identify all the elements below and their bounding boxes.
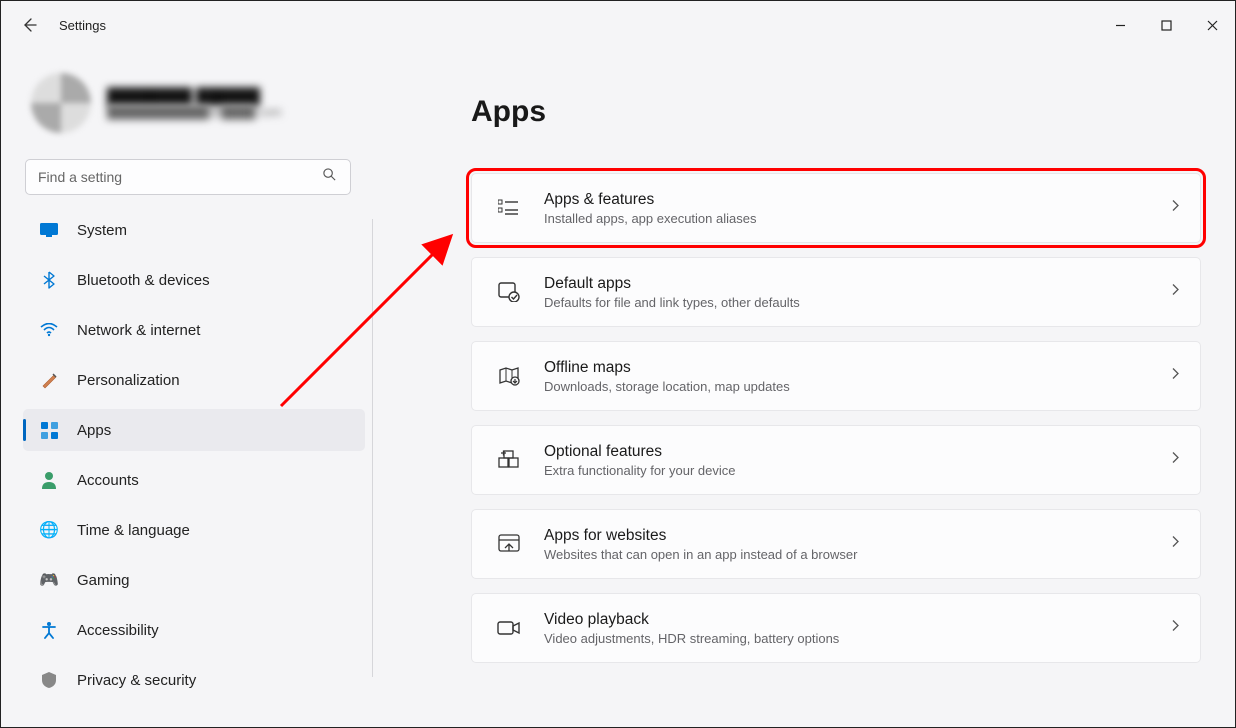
person-icon bbox=[39, 470, 59, 490]
card-desc: Installed apps, app execution aliases bbox=[544, 211, 756, 226]
sidebar-item-label: Time & language bbox=[77, 522, 190, 539]
sidebar-item-system[interactable]: System bbox=[23, 209, 365, 251]
user-name: ████████ ██████ bbox=[107, 88, 281, 105]
wifi-icon bbox=[39, 320, 59, 340]
map-icon bbox=[494, 361, 524, 391]
card-desc: Extra functionality for your device bbox=[544, 463, 735, 478]
minimize-button[interactable] bbox=[1097, 9, 1143, 41]
accessibility-icon bbox=[39, 620, 59, 640]
sidebar-item-label: Personalization bbox=[77, 372, 180, 389]
card-video-playback[interactable]: Video playback Video adjustments, HDR st… bbox=[471, 593, 1201, 663]
card-apps-for-websites[interactable]: Apps for websites Websites that can open… bbox=[471, 509, 1201, 579]
page-title: Apps bbox=[471, 95, 1201, 129]
sidebar-item-privacy[interactable]: Privacy & security bbox=[23, 659, 365, 701]
display-icon bbox=[39, 220, 59, 240]
card-desc: Downloads, storage location, map updates bbox=[544, 379, 790, 394]
sidebar-item-label: Privacy & security bbox=[77, 672, 196, 689]
sidebar-item-personalization[interactable]: Personalization bbox=[23, 359, 365, 401]
sidebar-item-label: System bbox=[77, 222, 127, 239]
chevron-right-icon bbox=[1170, 619, 1180, 638]
maximize-button[interactable] bbox=[1143, 9, 1189, 41]
nav-list: System Bluetooth & devices Network & int… bbox=[23, 209, 365, 709]
card-title: Optional features bbox=[544, 443, 735, 461]
chevron-right-icon bbox=[1170, 199, 1180, 218]
card-title: Video playback bbox=[544, 611, 839, 629]
sidebar-item-label: Bluetooth & devices bbox=[77, 272, 210, 289]
sidebar-item-network[interactable]: Network & internet bbox=[23, 309, 365, 351]
card-title: Offline maps bbox=[544, 359, 790, 377]
card-offline-maps[interactable]: Offline maps Downloads, storage location… bbox=[471, 341, 1201, 411]
card-default-apps[interactable]: Default apps Defaults for file and link … bbox=[471, 257, 1201, 327]
sidebar-item-label: Apps bbox=[77, 422, 111, 439]
user-email: ████████████@████.com bbox=[107, 105, 281, 119]
sidebar-item-bluetooth[interactable]: Bluetooth & devices bbox=[23, 259, 365, 301]
card-apps-features[interactable]: Apps & features Installed apps, app exec… bbox=[471, 173, 1201, 243]
chevron-right-icon bbox=[1170, 535, 1180, 554]
paintbrush-icon bbox=[39, 370, 59, 390]
search-icon bbox=[322, 167, 337, 187]
bluetooth-icon bbox=[39, 270, 59, 290]
sidebar-item-label: Accessibility bbox=[77, 622, 159, 639]
optional-features-icon bbox=[494, 445, 524, 475]
card-optional-features[interactable]: Optional features Extra functionality fo… bbox=[471, 425, 1201, 495]
sidebar-item-accessibility[interactable]: Accessibility bbox=[23, 609, 365, 651]
card-desc: Websites that can open in an app instead… bbox=[544, 547, 857, 562]
list-icon bbox=[494, 193, 524, 223]
search-input[interactable] bbox=[25, 159, 351, 195]
sidebar-item-accounts[interactable]: Accounts bbox=[23, 459, 365, 501]
sidebar-item-label: Network & internet bbox=[77, 322, 200, 339]
video-icon bbox=[494, 613, 524, 643]
window-title: Settings bbox=[59, 18, 106, 33]
gamepad-icon: 🎮 bbox=[39, 570, 59, 590]
sidebar-item-time-language[interactable]: 🌐 Time & language bbox=[23, 509, 365, 551]
card-title: Default apps bbox=[544, 275, 800, 293]
titlebar: Settings bbox=[1, 1, 1235, 49]
card-title: Apps for websites bbox=[544, 527, 857, 545]
sidebar: ████████ ██████ ████████████@████.com Sy… bbox=[1, 49, 371, 727]
shield-icon bbox=[39, 670, 59, 690]
apps-websites-icon bbox=[494, 529, 524, 559]
sidebar-item-label: Gaming bbox=[77, 572, 130, 589]
default-apps-icon bbox=[494, 277, 524, 307]
card-title: Apps & features bbox=[544, 191, 756, 209]
card-desc: Defaults for file and link types, other … bbox=[544, 295, 800, 310]
sidebar-item-label: Accounts bbox=[77, 472, 139, 489]
globe-icon: 🌐 bbox=[39, 520, 59, 540]
sidebar-item-gaming[interactable]: 🎮 Gaming bbox=[23, 559, 365, 601]
chevron-right-icon bbox=[1170, 283, 1180, 302]
avatar[interactable] bbox=[31, 73, 91, 133]
card-desc: Video adjustments, HDR streaming, batter… bbox=[544, 631, 839, 646]
close-button[interactable] bbox=[1189, 9, 1235, 41]
chevron-right-icon bbox=[1170, 367, 1180, 386]
apps-icon bbox=[39, 420, 59, 440]
back-button[interactable] bbox=[17, 13, 41, 37]
sidebar-item-apps[interactable]: Apps bbox=[23, 409, 365, 451]
chevron-right-icon bbox=[1170, 451, 1180, 470]
main-content: Apps Apps & features Installed apps, app… bbox=[371, 49, 1235, 727]
